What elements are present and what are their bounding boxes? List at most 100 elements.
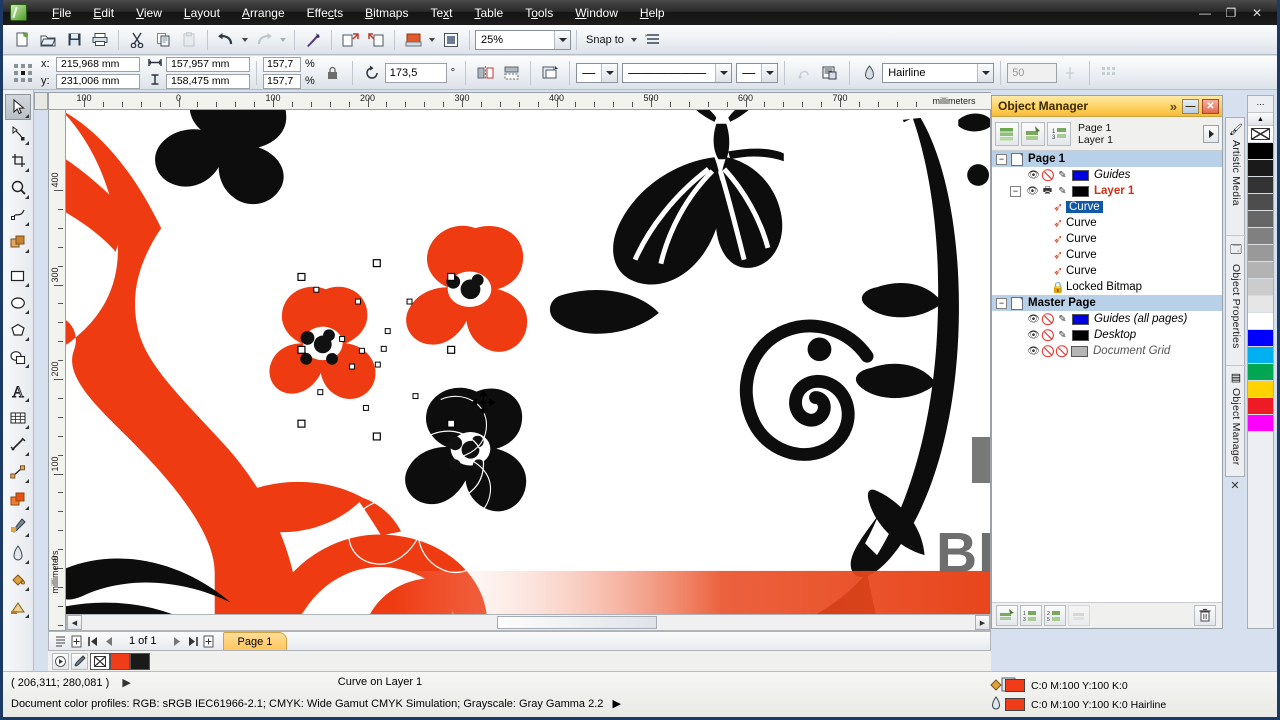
close-button[interactable]: ✕ [1245,4,1269,22]
mirror-horizontal-button[interactable] [473,61,497,84]
table-tool[interactable] [5,405,31,431]
smart-fill-tool[interactable] [5,229,31,255]
palette-scroll-up-button[interactable]: ▲ [1248,113,1273,126]
outline-end-dropdown[interactable] [761,63,778,82]
outline-end-arrow-combo[interactable]: — [736,62,779,83]
outline-tool[interactable] [5,540,31,566]
snap-to-label[interactable]: Snap to [586,34,624,46]
height-field[interactable]: 158,475 mm [166,73,250,89]
object-tree[interactable]: − Page 1 👁 🚫 ✎ Guides − 👁 🖶 ✎ Layer 1 ➶ … [992,151,1222,602]
copy-button[interactable] [151,28,175,51]
eye-icon[interactable]: 👁 [1026,330,1041,341]
outline-style-combo[interactable]: —————— [622,62,733,83]
basic-shapes-tool[interactable] [5,344,31,370]
options-button[interactable] [641,28,665,51]
outline-width-dropdown[interactable] [977,63,994,82]
palette-swatch[interactable] [1248,415,1273,432]
tree-row-master-page[interactable]: − Master Page [992,295,1222,311]
palette-swatch[interactable] [1248,313,1273,330]
show-object-properties-button[interactable] [995,121,1019,146]
publish-dropdown-arrow[interactable] [429,37,435,42]
menu-item-file[interactable]: FFileile [41,2,82,24]
corel-connect-button[interactable] [439,28,463,51]
import-button[interactable] [338,28,362,51]
menu-item-edit[interactable]: Edit [82,2,125,24]
wrap-text-button[interactable] [818,61,842,84]
outline-style-dropdown[interactable] [715,63,732,82]
side-tabs-close-button[interactable]: ✕ [1225,477,1245,493]
color-profiles-arrow[interactable]: ▶ [612,698,620,710]
connector-tool[interactable] [5,459,31,485]
export-button[interactable] [364,28,388,51]
lock-ratio-button[interactable] [321,61,345,84]
tree-row-curve-1[interactable]: ➶ Curve [992,199,1222,215]
palette-swatch[interactable] [1248,364,1273,381]
cut-button[interactable] [125,28,149,51]
application-launcher-button[interactable] [301,28,325,51]
rectangle-tool[interactable] [5,263,31,289]
eye-icon[interactable]: 👁 [1026,170,1041,181]
fill-tool[interactable] [5,567,31,593]
scale-horizontal-field[interactable]: 157,7 [263,56,301,72]
rotation-field[interactable]: 173,5 [384,62,447,83]
open-document-button[interactable] [36,28,60,51]
shape-tool[interactable] [5,121,31,147]
outline-status-swatch[interactable] [1005,698,1025,711]
tree-row-curve-5[interactable]: ➶ Curve [992,263,1222,279]
side-tab-object-properties[interactable]: 🗔 Object Properties [1226,236,1246,366]
layer-color-swatch[interactable] [1072,185,1089,197]
undo-dropdown-arrow[interactable] [242,37,248,42]
layer-manager-view-button[interactable]: 13 [1047,121,1071,146]
scale-vertical-field[interactable]: 157,7 [263,73,301,89]
side-tab-artistic-media[interactable]: 🖌 Artistic Media [1226,118,1246,236]
palette-swatch[interactable] [1248,177,1273,194]
menu-item-effects[interactable]: Effects [296,2,354,24]
tree-row-guides-all-pages[interactable]: 👁 🚫 ✎ Guides (all pages) [992,311,1222,327]
maximize-button[interactable]: ❐ [1219,4,1243,22]
no-print-icon[interactable]: 🚫 [1041,345,1055,358]
side-tab-object-manager[interactable]: ▤ Object Manager [1226,366,1246,476]
scroll-left-button[interactable]: ◀ [67,615,82,630]
zoom-tool[interactable] [5,175,31,201]
no-print-icon[interactable]: 🚫 [1041,169,1055,182]
eyedropper-icon[interactable] [71,652,88,670]
vertical-ruler[interactable]: 400 300 200 100 0 millimeters [48,110,66,631]
palette-swatch[interactable] [1248,126,1273,143]
eye-icon[interactable]: 👁 [1025,186,1040,197]
new-master-layer-button[interactable]: 13 [1020,605,1042,626]
edit-icon[interactable]: ✎ [1055,170,1070,181]
freehand-tool[interactable] [5,202,31,228]
tree-row-desktop[interactable]: 👁 🚫 ✎ Desktop [992,327,1222,343]
fill-status-swatch[interactable] [1005,679,1025,692]
new-master-layer-all-button[interactable]: 25 [1044,605,1066,626]
page-tab-page-1[interactable]: Page 1 [222,632,288,650]
tree-row-locked-bitmap[interactable]: 🔒 Locked Bitmap [992,279,1222,295]
no-print-icon[interactable]: 🚫 [1041,329,1055,342]
zoom-dropdown-arrow[interactable] [554,30,570,49]
color-palette[interactable]: ⋯ ▲ [1247,95,1274,629]
page-options-icon[interactable] [53,633,69,649]
menu-item-view[interactable]: View [125,2,173,24]
expander-layer-1[interactable]: − [1010,185,1021,197]
menu-item-tools[interactable]: Tools [514,2,564,24]
outline-width-combo[interactable]: Hairline [882,62,995,83]
edit-icon[interactable]: ✎ [1055,186,1070,197]
menu-item-arrange[interactable]: Arrange [231,2,296,24]
convert-outline-button[interactable] [792,61,816,84]
mirror-vertical-button[interactable] [499,61,523,84]
zoom-level-combo[interactable]: 25% [475,29,571,50]
expander-page-1[interactable]: − [996,153,1007,165]
menu-item-layout[interactable]: Layout [173,2,231,24]
y-position-field[interactable]: 231,006 mm [56,73,140,89]
no-print-icon[interactable]: 🚫 [1041,313,1055,326]
x-position-field[interactable]: 215,968 mm [56,56,140,72]
text-wrap-button[interactable] [538,61,562,84]
eye-icon[interactable]: 👁 [1026,314,1041,325]
tree-row-curve-3[interactable]: ➶ Curve [992,231,1222,247]
save-document-button[interactable] [62,28,86,51]
crop-tool[interactable] [5,148,31,174]
layer-color-swatch[interactable] [1072,313,1089,325]
horizontal-ruler[interactable]: 1000100200300400500600700millimeters [48,92,991,110]
palette-swatch[interactable] [1248,398,1273,415]
palette-swatch[interactable] [1248,228,1273,245]
